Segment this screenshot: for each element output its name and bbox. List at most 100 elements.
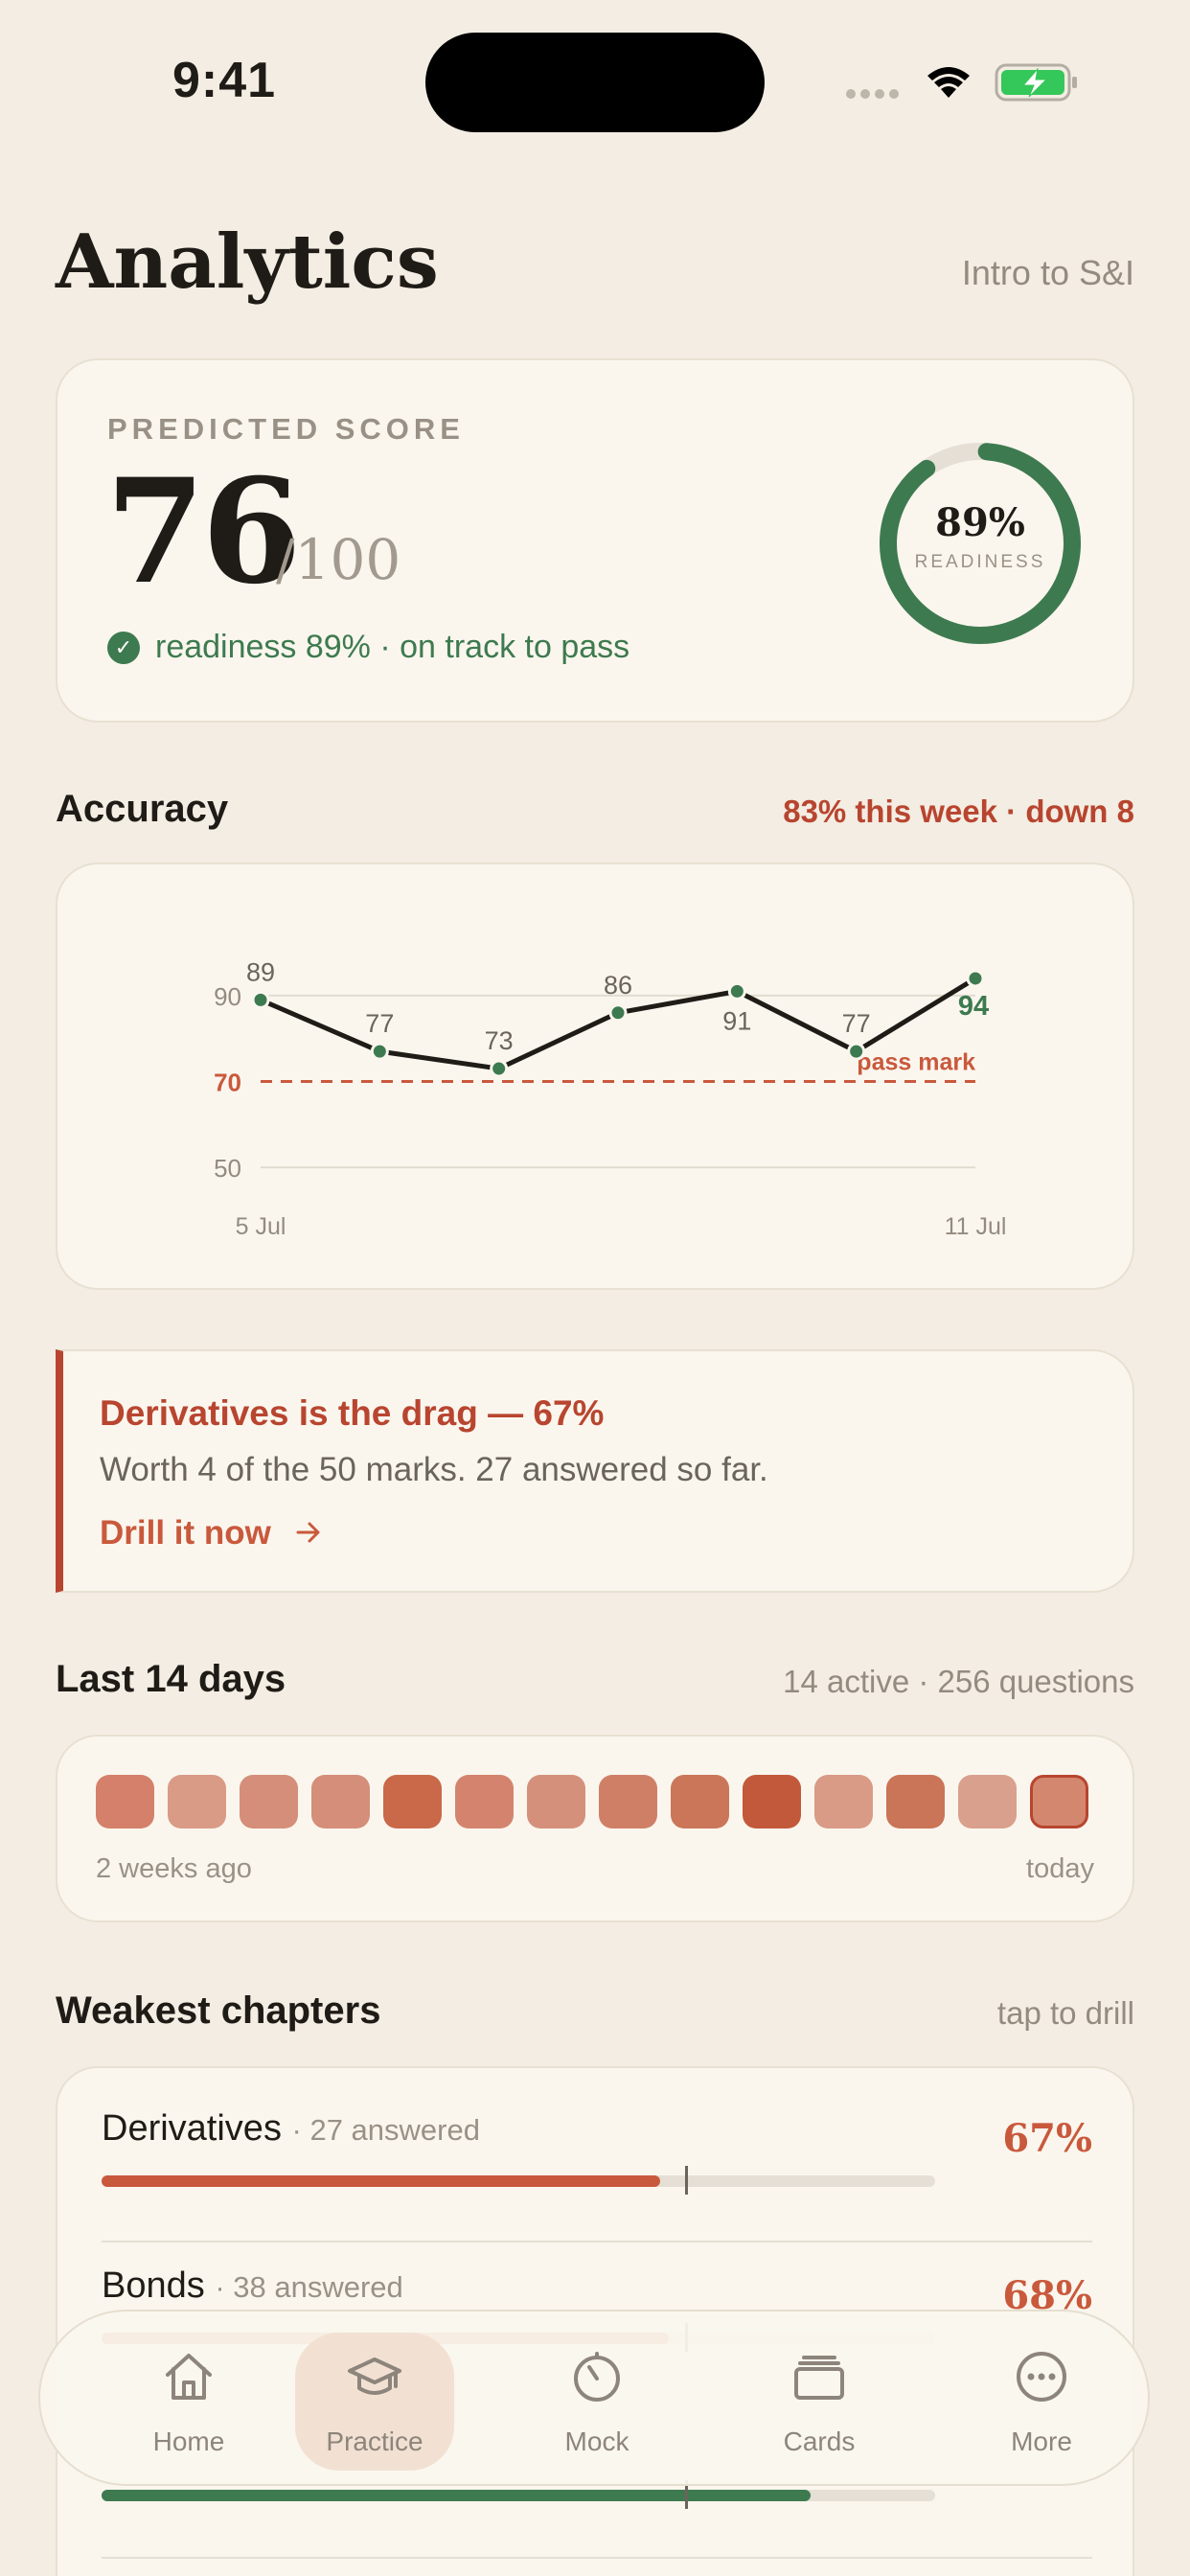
drill-now-label: Drill it now <box>100 1514 271 1552</box>
activity-day <box>743 1775 801 1828</box>
x-tick-label: 11 Jul <box>945 1213 1007 1240</box>
activity-day <box>958 1775 1017 1828</box>
data-point <box>490 1059 509 1078</box>
readiness-label: READINESS <box>914 552 1046 572</box>
activity-card: 2 weeks ago today <box>56 1735 1134 1922</box>
weak-topic-alert[interactable]: Derivatives is the drag — 67% Worth 4 of… <box>56 1349 1134 1593</box>
more-icon <box>1017 2352 1066 2402</box>
chapter-name: Derivatives · 27 answered <box>102 2108 480 2150</box>
accuracy-summary: 83% this week · down 8 <box>783 794 1134 829</box>
alert-title: Derivatives is the drag — 67% <box>100 1393 605 1433</box>
y-tick-label: 70 <box>214 1068 241 1096</box>
activity-day <box>886 1775 945 1828</box>
activity-summary: 14 active · 256 questions <box>783 1664 1134 1699</box>
activity-day <box>311 1775 370 1828</box>
data-label: 77 <box>365 1009 394 1038</box>
chapter-title: Bonds <box>102 2266 205 2306</box>
activity-day <box>455 1775 514 1828</box>
dynamic-island <box>425 33 765 132</box>
predicted-score-card: PREDICTED SCORE 76 /100 ✓ readiness 89% … <box>56 358 1134 723</box>
tab-practice-label: Practice <box>326 2426 423 2456</box>
activity-day <box>671 1775 729 1828</box>
tab-cards-label: Cards <box>783 2426 856 2456</box>
activity-day <box>240 1775 298 1828</box>
page-title: Analytics <box>56 218 439 306</box>
chapter-progress-fill <box>102 2175 660 2187</box>
data-label: 77 <box>842 1009 871 1038</box>
data-point <box>251 990 270 1009</box>
pass-mark-tick <box>685 2166 688 2195</box>
readiness-ring: 89% READINESS <box>874 437 1087 650</box>
chapters-hint: tap to drill <box>996 1995 1134 2031</box>
data-point <box>847 1042 866 1061</box>
chapter-answered: · 27 answered <box>291 2113 480 2147</box>
pass-mark-label: pass mark <box>857 1048 975 1075</box>
tab-mock[interactable]: Mock <box>517 2333 676 2471</box>
x-tick-label: 5 Jul <box>236 1213 286 1240</box>
row-divider <box>102 2557 1092 2559</box>
activity-title: Last 14 days <box>56 1658 286 1700</box>
readiness-status-text: readiness 89% · on track to pass <box>155 629 630 665</box>
timer-icon <box>574 2352 620 2402</box>
accuracy-chart: 50 70 90 pass mark 89 77 73 86 91 77 94 5 Jul 11 Jul <box>214 957 1007 1240</box>
chapter-progress-fill <box>102 2490 811 2501</box>
activity-day <box>599 1775 657 1828</box>
check-circle-icon: ✓ <box>107 631 140 664</box>
tab-bar: Home Practice Mock Cards More <box>38 2310 1150 2486</box>
battery-icon <box>995 63 1077 102</box>
predicted-score-value: 76 <box>105 448 302 616</box>
data-point <box>370 1042 389 1061</box>
chapter-progress-track <box>102 2480 935 2509</box>
y-tick-label: 50 <box>214 1154 241 1183</box>
signal-icon <box>846 89 899 99</box>
activity-day <box>814 1775 873 1828</box>
activity-day-today <box>1030 1775 1088 1828</box>
data-label: 73 <box>485 1026 514 1055</box>
data-point <box>966 969 985 988</box>
activity-end-label: today <box>1026 1853 1094 1884</box>
tab-more-label: More <box>1011 2426 1072 2456</box>
data-label: 91 <box>722 1006 751 1035</box>
readiness-status: ✓ readiness 89% · on track to pass <box>107 629 629 666</box>
accuracy-title: Accuracy <box>56 788 229 830</box>
tab-more[interactable]: More <box>962 2333 1121 2471</box>
chapter-progress-track <box>102 2166 935 2195</box>
chapters-title: Weakest chapters <box>56 1990 381 2032</box>
status-icons <box>841 59 1081 102</box>
activity-day <box>168 1775 226 1828</box>
alert-body: Worth 4 of the 50 marks. 27 answered so … <box>100 1451 768 1488</box>
drill-now-link[interactable]: Drill it now <box>100 1514 323 1552</box>
activity-day <box>96 1775 154 1828</box>
activity-days <box>96 1775 1088 1828</box>
arrow-right-icon <box>296 1522 320 1543</box>
readiness-percent: 89% <box>935 500 1025 545</box>
data-point <box>727 981 746 1000</box>
cards-icon <box>794 2356 844 2400</box>
data-label: 86 <box>604 971 632 1000</box>
predicted-score-max: /100 <box>276 527 401 592</box>
tab-mock-label: Mock <box>564 2426 629 2456</box>
activity-day <box>527 1775 585 1828</box>
chapter-title: Derivatives <box>102 2108 282 2149</box>
tab-cards[interactable]: Cards <box>740 2333 899 2471</box>
tab-home-label: Home <box>152 2426 225 2456</box>
activity-start-label: 2 weeks ago <box>96 1853 252 1884</box>
data-label: 89 <box>246 957 275 986</box>
course-selector[interactable]: Intro to S&I <box>962 253 1134 293</box>
accuracy-chart-card: 50 70 90 pass mark 89 77 73 86 91 77 94 5 Jul 11 Jul <box>56 862 1134 1290</box>
data-label: 94 <box>958 991 989 1022</box>
status-time: 9:41 <box>172 53 277 108</box>
chapter-answered: · 38 answered <box>215 2270 403 2304</box>
graduation-cap-icon <box>348 2358 401 2395</box>
predicted-score-label: PREDICTED SCORE <box>107 412 465 446</box>
activity-day <box>383 1775 442 1828</box>
wifi-icon <box>927 67 970 98</box>
chapter-percent: 67% <box>1002 2116 1092 2161</box>
chapter-name: Bonds · 38 answered <box>102 2266 403 2307</box>
tab-practice[interactable]: Practice <box>295 2333 454 2471</box>
tab-home[interactable]: Home <box>109 2333 268 2471</box>
row-divider <box>102 2241 1092 2242</box>
home-icon <box>166 2354 212 2400</box>
y-tick-label: 90 <box>214 982 241 1011</box>
data-point <box>608 1003 628 1023</box>
